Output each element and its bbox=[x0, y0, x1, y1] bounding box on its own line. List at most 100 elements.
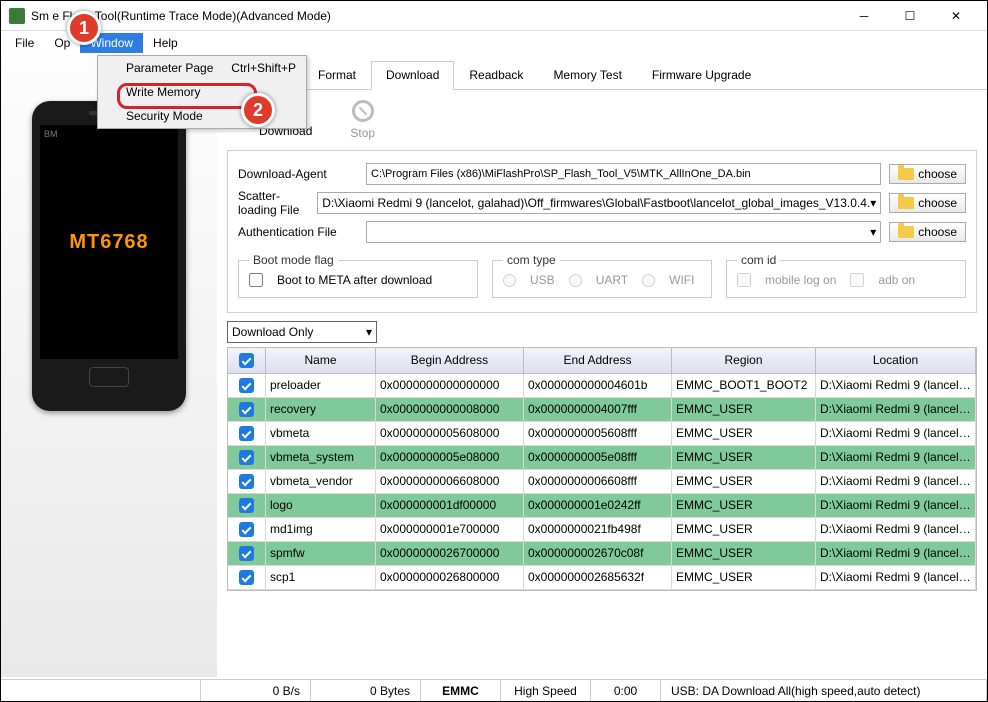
tab-firmware-upgrade[interactable]: Firmware Upgrade bbox=[637, 61, 766, 89]
home-button-icon bbox=[89, 367, 129, 387]
cell-name: vbmeta_vendor bbox=[266, 470, 376, 493]
comid-legend: com id bbox=[737, 253, 780, 267]
col-region[interactable]: Region bbox=[672, 348, 816, 373]
table-row[interactable]: spmfw 0x0000000026700000 0x000000002670c… bbox=[228, 542, 976, 566]
menubar: File Op Window Help Parameter Page Ctrl+… bbox=[1, 31, 987, 55]
cell-begin: 0x0000000006608000 bbox=[376, 470, 524, 493]
chevron-down-icon: ▾ bbox=[870, 196, 876, 210]
comtype-legend: com type bbox=[503, 253, 560, 267]
menu-help[interactable]: Help bbox=[143, 33, 188, 53]
minimize-button[interactable]: ─ bbox=[841, 1, 887, 31]
cell-name: vbmeta_system bbox=[266, 446, 376, 469]
tabbar: Format Download Readback Memory Test Fir… bbox=[217, 55, 987, 90]
download-mode-select[interactable]: Download Only▾ bbox=[227, 321, 377, 343]
phone-screen: MT6768 bbox=[40, 125, 178, 359]
table-row[interactable]: md1img 0x000000001e700000 0x0000000021fb… bbox=[228, 518, 976, 542]
window-dropdown: Parameter Page Ctrl+Shift+P Write Memory… bbox=[97, 55, 307, 129]
cell-name: scp1 bbox=[266, 566, 376, 589]
partition-table: Name Begin Address End Address Region Lo… bbox=[227, 347, 977, 591]
cell-begin: 0x0000000005e08000 bbox=[376, 446, 524, 469]
row-check[interactable] bbox=[228, 422, 266, 445]
auth-file-combo[interactable]: ▾ bbox=[366, 221, 881, 243]
cell-region: EMMC_USER bbox=[672, 446, 816, 469]
boot-meta-checkbox[interactable]: Boot to META after download bbox=[249, 273, 467, 287]
download-agent-input[interactable] bbox=[366, 163, 881, 185]
tab-memory-test[interactable]: Memory Test bbox=[538, 61, 636, 89]
chevron-down-icon: ▾ bbox=[870, 225, 876, 239]
check-all[interactable] bbox=[239, 353, 254, 368]
boot-legend: Boot mode flag bbox=[249, 253, 338, 267]
cell-end: 0x000000002670c08f bbox=[524, 542, 672, 565]
col-name[interactable]: Name bbox=[266, 348, 376, 373]
col-location[interactable]: Location bbox=[816, 348, 976, 373]
cell-begin: 0x0000000000008000 bbox=[376, 398, 524, 421]
cell-region: EMMC_USER bbox=[672, 398, 816, 421]
menu-write-memory[interactable]: Write Memory bbox=[98, 80, 306, 104]
row-check[interactable] bbox=[228, 398, 266, 421]
cell-begin: 0x0000000000000000 bbox=[376, 374, 524, 397]
cell-begin: 0x000000001e700000 bbox=[376, 518, 524, 541]
table-row[interactable]: vbmeta 0x0000000005608000 0x000000000560… bbox=[228, 422, 976, 446]
cell-region: EMMC_USER bbox=[672, 470, 816, 493]
cell-end: 0x0000000004007fff bbox=[524, 398, 672, 421]
stop-icon bbox=[352, 100, 374, 122]
uart-radio: UART bbox=[569, 273, 628, 287]
tab-format[interactable]: Format bbox=[303, 61, 371, 89]
cell-location: D:\Xiaomi Redmi 9 (lancelot, ... bbox=[816, 518, 976, 541]
maximize-button[interactable]: ☐ bbox=[887, 1, 933, 31]
choose-scatter-button[interactable]: choose bbox=[889, 193, 966, 213]
cell-end: 0x0000000005608fff bbox=[524, 422, 672, 445]
table-row[interactable]: recovery 0x0000000000008000 0x0000000004… bbox=[228, 398, 976, 422]
cell-end: 0x000000000004601b bbox=[524, 374, 672, 397]
row-check[interactable] bbox=[228, 518, 266, 541]
table-row[interactable]: scp1 0x0000000026800000 0x00000000268563… bbox=[228, 566, 976, 590]
cell-location: D:\Xiaomi Redmi 9 (lancelot, ... bbox=[816, 470, 976, 493]
table-row[interactable]: preloader 0x0000000000000000 0x000000000… bbox=[228, 374, 976, 398]
menu-item-label: Write Memory bbox=[126, 85, 296, 99]
cell-end: 0x0000000006608fff bbox=[524, 470, 672, 493]
menu-file[interactable]: File bbox=[5, 33, 44, 53]
table-row[interactable]: vbmeta_system 0x0000000005e08000 0x00000… bbox=[228, 446, 976, 470]
menu-parameter-page[interactable]: Parameter Page Ctrl+Shift+P bbox=[98, 56, 306, 80]
folder-icon bbox=[898, 197, 914, 209]
row-check[interactable] bbox=[228, 566, 266, 589]
row-check[interactable] bbox=[228, 374, 266, 397]
cell-begin: 0x0000000026700000 bbox=[376, 542, 524, 565]
form-area: Download-Agent choose Scatter-loading Fi… bbox=[227, 150, 977, 313]
bm-label: BM bbox=[44, 129, 58, 139]
choose-da-button[interactable]: choose bbox=[889, 164, 966, 184]
da-label: Download-Agent bbox=[238, 167, 358, 181]
col-check[interactable] bbox=[228, 348, 266, 373]
status-mode: High Speed bbox=[501, 680, 591, 701]
cell-end: 0x000000002685632f bbox=[524, 566, 672, 589]
folder-icon bbox=[898, 226, 914, 238]
close-button[interactable]: ✕ bbox=[933, 1, 979, 31]
statusbar: 0 B/s 0 Bytes EMMC High Speed 0:00 USB: … bbox=[1, 679, 987, 701]
menu-item-label: Parameter Page bbox=[126, 61, 231, 75]
stop-button[interactable]: Stop bbox=[350, 100, 375, 140]
table-row[interactable]: vbmeta_vendor 0x0000000006608000 0x00000… bbox=[228, 470, 976, 494]
row-check[interactable] bbox=[228, 542, 266, 565]
cell-region: EMMC_USER bbox=[672, 542, 816, 565]
chip-label: MT6768 bbox=[69, 231, 148, 254]
col-begin[interactable]: Begin Address bbox=[376, 348, 524, 373]
cell-location: D:\Xiaomi Redmi 9 (lancelot, ... bbox=[816, 398, 976, 421]
cell-location: D:\Xiaomi Redmi 9 (lancelot, ... bbox=[816, 422, 976, 445]
choose-auth-button[interactable]: choose bbox=[889, 222, 966, 242]
cell-location: D:\Xiaomi Redmi 9 (lancelot, ... bbox=[816, 542, 976, 565]
cell-region: EMMC_USER bbox=[672, 422, 816, 445]
row-check[interactable] bbox=[228, 494, 266, 517]
cell-begin: 0x000000001df00000 bbox=[376, 494, 524, 517]
table-row[interactable]: logo 0x000000001df00000 0x000000001e0242… bbox=[228, 494, 976, 518]
col-end[interactable]: End Address bbox=[524, 348, 672, 373]
step-badge-2: 2 bbox=[241, 93, 275, 127]
cell-name: vbmeta bbox=[266, 422, 376, 445]
status-time: 0:00 bbox=[591, 680, 661, 701]
scatter-file-combo[interactable]: D:\Xiaomi Redmi 9 (lancelot, galahad)\Of… bbox=[317, 192, 881, 214]
tab-download[interactable]: Download bbox=[371, 61, 454, 90]
cell-name: preloader bbox=[266, 374, 376, 397]
row-check[interactable] bbox=[228, 470, 266, 493]
titlebar: Sm e Flash Tool(Runtime Trace Mode)(Adva… bbox=[1, 1, 987, 31]
row-check[interactable] bbox=[228, 446, 266, 469]
tab-readback[interactable]: Readback bbox=[454, 61, 538, 89]
